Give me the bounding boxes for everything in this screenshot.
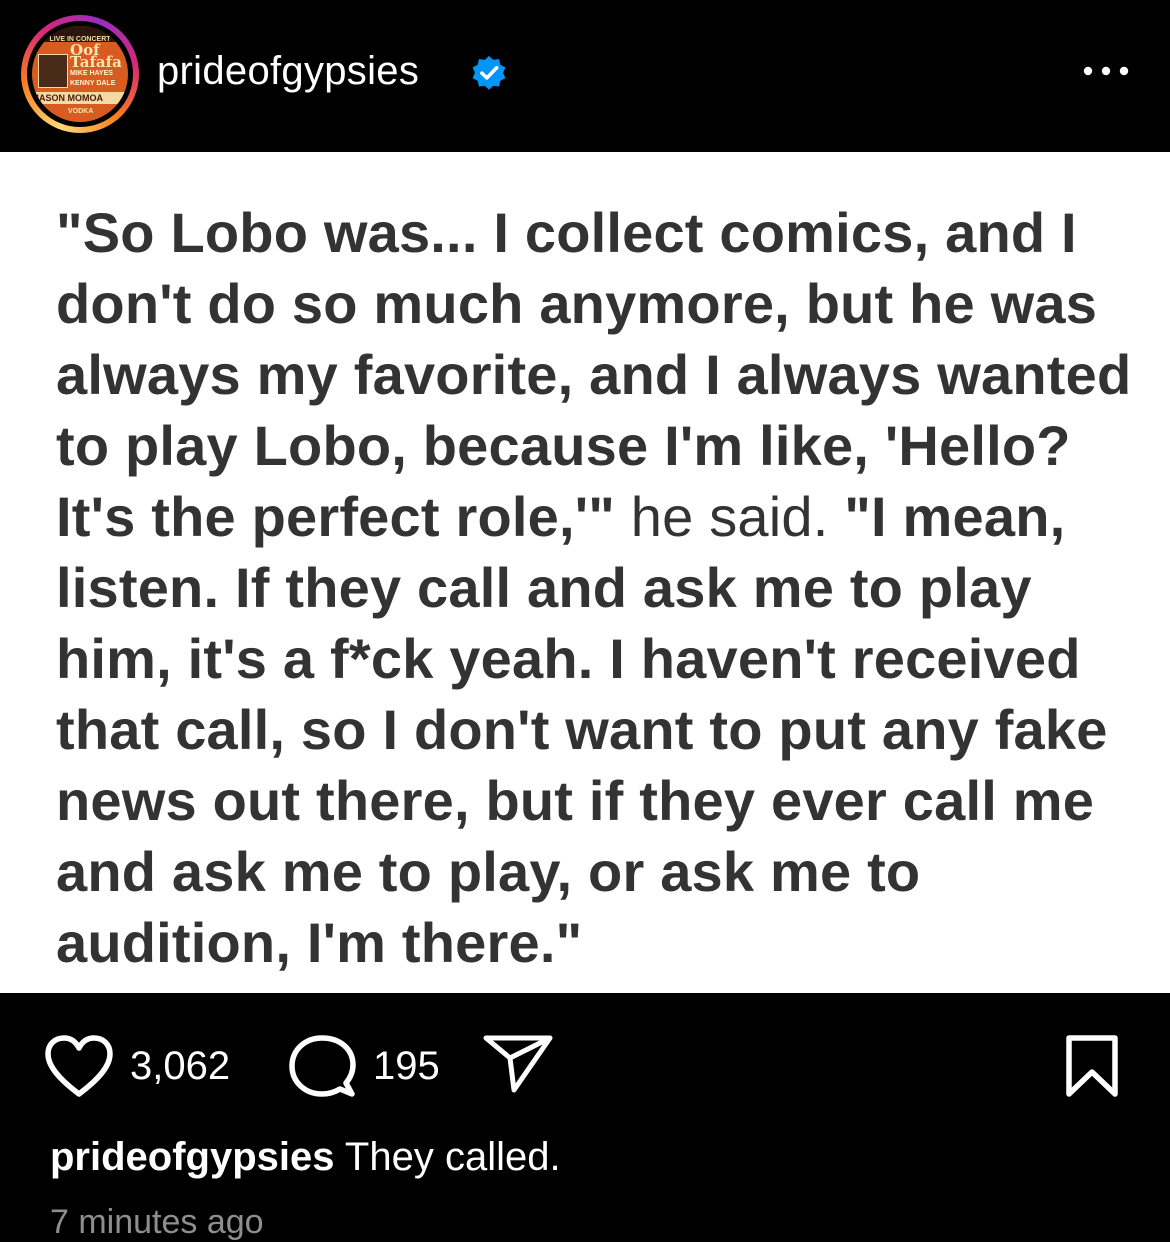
quote-text: "So Lobo was... I collect comics, and I … (56, 197, 1156, 978)
comment-icon[interactable] (288, 1034, 358, 1098)
quote-attribution: he said. (615, 485, 845, 548)
send-icon[interactable] (482, 1033, 554, 1095)
heart-icon[interactable] (44, 1034, 114, 1098)
avatar-image: LIVE IN CONCERT Oof Tafafa MIKE HAYES KE… (32, 26, 128, 122)
avatar-small-text: VODKA (68, 108, 94, 115)
caption-username[interactable]: prideofgypsies (50, 1135, 335, 1179)
avatar-photo (38, 54, 68, 88)
avatar[interactable]: LIVE IN CONCERT Oof Tafafa MIKE HAYES KE… (21, 15, 139, 133)
post-actions: 3,062 195 prideofgypsies They called. 7 … (0, 993, 1170, 1241)
caption-text: They called. (344, 1135, 561, 1179)
bookmark-icon[interactable] (1064, 1033, 1120, 1099)
post-caption: prideofgypsies They called. (50, 1135, 561, 1180)
comment-count[interactable]: 195 (373, 1044, 440, 1089)
quote-bold-part-2: "I mean, listen. If they call and ask me… (56, 485, 1108, 974)
post-username[interactable]: prideofgypsies (157, 49, 419, 94)
more-horizontal-icon[interactable] (1080, 55, 1132, 85)
avatar-big-text: Oof Tafafa (70, 41, 122, 71)
post-header: LIVE IN CONCERT Oof Tafafa MIKE HAYES KE… (0, 0, 1170, 152)
verified-badge-icon (472, 55, 506, 90)
avatar-bottom-text: JASON MOMOA (34, 93, 104, 103)
like-count[interactable]: 3,062 (130, 1044, 230, 1089)
post-timestamp: 7 minutes ago (50, 1203, 264, 1241)
avatar-line-1: MIKE HAYES (70, 70, 113, 77)
avatar-line-2: KENNY DALE (70, 80, 116, 87)
post-image[interactable]: "So Lobo was... I collect comics, and I … (0, 152, 1170, 993)
